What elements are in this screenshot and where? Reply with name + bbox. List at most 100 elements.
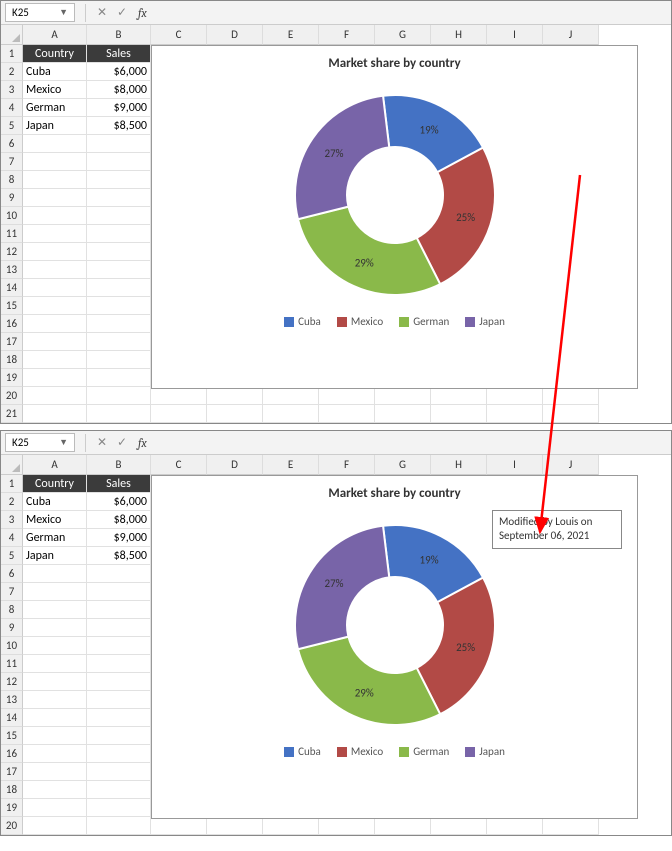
cell[interactable]: Cuba	[23, 493, 87, 511]
cell[interactable]	[23, 315, 87, 333]
column-header[interactable]: C	[151, 25, 207, 45]
cell[interactable]	[431, 817, 487, 835]
cell[interactable]	[543, 387, 599, 405]
column-header[interactable]: G	[375, 25, 431, 45]
cell[interactable]	[375, 405, 431, 423]
cell[interactable]	[431, 387, 487, 405]
row-header[interactable]: 3	[1, 511, 23, 529]
row-header[interactable]: 16	[1, 315, 23, 333]
column-header[interactable]: E	[263, 25, 319, 45]
cell[interactable]	[23, 565, 87, 583]
row-header[interactable]: 6	[1, 135, 23, 153]
row-header[interactable]: 19	[1, 799, 23, 817]
column-header[interactable]: H	[431, 25, 487, 45]
donut-chart[interactable]: 19%25%29%27%	[152, 85, 637, 305]
cell[interactable]: $8,500	[87, 547, 151, 565]
cell[interactable]	[87, 261, 151, 279]
cell[interactable]	[431, 405, 487, 423]
column-header[interactable]: B	[87, 25, 151, 45]
column-header[interactable]: J	[543, 455, 599, 475]
select-all-button[interactable]	[1, 25, 23, 45]
cell[interactable]	[87, 601, 151, 619]
column-header[interactable]: A	[23, 25, 87, 45]
row-header[interactable]: 8	[1, 171, 23, 189]
cell[interactable]	[87, 387, 151, 405]
formula-input[interactable]	[153, 433, 671, 453]
cell[interactable]: $6,000	[87, 493, 151, 511]
chart-container[interactable]: Market share by country Modified by Loui…	[151, 475, 638, 819]
cell[interactable]	[87, 207, 151, 225]
name-box[interactable]: K25 ▼	[5, 433, 75, 452]
column-header[interactable]: A	[23, 455, 87, 475]
cell[interactable]	[23, 763, 87, 781]
formula-input[interactable]	[153, 3, 671, 23]
cell[interactable]	[23, 781, 87, 799]
cell[interactable]: Mexico	[23, 511, 87, 529]
cell[interactable]	[375, 817, 431, 835]
cell[interactable]: Japan	[23, 547, 87, 565]
enter-icon[interactable]: ✓	[112, 435, 132, 450]
row-header[interactable]: 4	[1, 99, 23, 117]
cell[interactable]	[23, 637, 87, 655]
cell[interactable]: Cuba	[23, 63, 87, 81]
row-header[interactable]: 15	[1, 297, 23, 315]
cell[interactable]	[207, 405, 263, 423]
cell[interactable]	[23, 279, 87, 297]
cell[interactable]: Mexico	[23, 81, 87, 99]
row-header[interactable]: 20	[1, 387, 23, 405]
cell[interactable]	[23, 673, 87, 691]
cancel-icon[interactable]: ✕	[92, 5, 112, 20]
cell[interactable]	[87, 279, 151, 297]
cell[interactable]: Sales	[87, 475, 151, 493]
cell[interactable]	[23, 243, 87, 261]
cell[interactable]	[87, 763, 151, 781]
row-header[interactable]: 9	[1, 619, 23, 637]
cell[interactable]: $9,000	[87, 99, 151, 117]
cell[interactable]	[87, 333, 151, 351]
row-header[interactable]: 20	[1, 817, 23, 835]
row-header[interactable]: 12	[1, 243, 23, 261]
cell[interactable]	[23, 387, 87, 405]
cell[interactable]	[23, 261, 87, 279]
cell[interactable]	[87, 405, 151, 423]
cell[interactable]: Sales	[87, 45, 151, 63]
row-header[interactable]: 10	[1, 637, 23, 655]
row-header[interactable]: 11	[1, 655, 23, 673]
cell[interactable]	[87, 619, 151, 637]
cell[interactable]	[23, 619, 87, 637]
cell[interactable]	[87, 781, 151, 799]
fx-icon[interactable]: fx	[138, 6, 147, 20]
column-header[interactable]: I	[487, 455, 543, 475]
cell[interactable]	[23, 601, 87, 619]
column-header[interactable]: C	[151, 455, 207, 475]
column-header[interactable]: F	[319, 455, 375, 475]
cell[interactable]	[87, 243, 151, 261]
cell[interactable]: $6,000	[87, 63, 151, 81]
column-header[interactable]: I	[487, 25, 543, 45]
select-all-button[interactable]	[1, 455, 23, 475]
cell[interactable]	[87, 745, 151, 763]
row-header[interactable]: 19	[1, 369, 23, 387]
column-header[interactable]: B	[87, 455, 151, 475]
cell[interactable]	[87, 583, 151, 601]
cell[interactable]	[23, 727, 87, 745]
row-header[interactable]: 17	[1, 333, 23, 351]
annotation-textbox[interactable]: Modified by Louis on September 06, 2021	[492, 510, 622, 549]
column-header[interactable]: G	[375, 455, 431, 475]
grid-body[interactable]: CountrySalesCuba$6,000Mexico$8,000German…	[23, 45, 671, 423]
cell[interactable]	[87, 369, 151, 387]
cell[interactable]	[23, 333, 87, 351]
row-header[interactable]: 8	[1, 601, 23, 619]
cell[interactable]	[319, 387, 375, 405]
cell[interactable]: Japan	[23, 117, 87, 135]
cell[interactable]	[87, 637, 151, 655]
name-box[interactable]: K25 ▼	[5, 3, 75, 22]
row-header[interactable]: 2	[1, 493, 23, 511]
cell[interactable]	[87, 153, 151, 171]
row-header[interactable]: 4	[1, 529, 23, 547]
cell[interactable]	[87, 727, 151, 745]
row-header[interactable]: 13	[1, 261, 23, 279]
cell[interactable]	[23, 135, 87, 153]
cell[interactable]	[487, 817, 543, 835]
cell[interactable]	[543, 817, 599, 835]
